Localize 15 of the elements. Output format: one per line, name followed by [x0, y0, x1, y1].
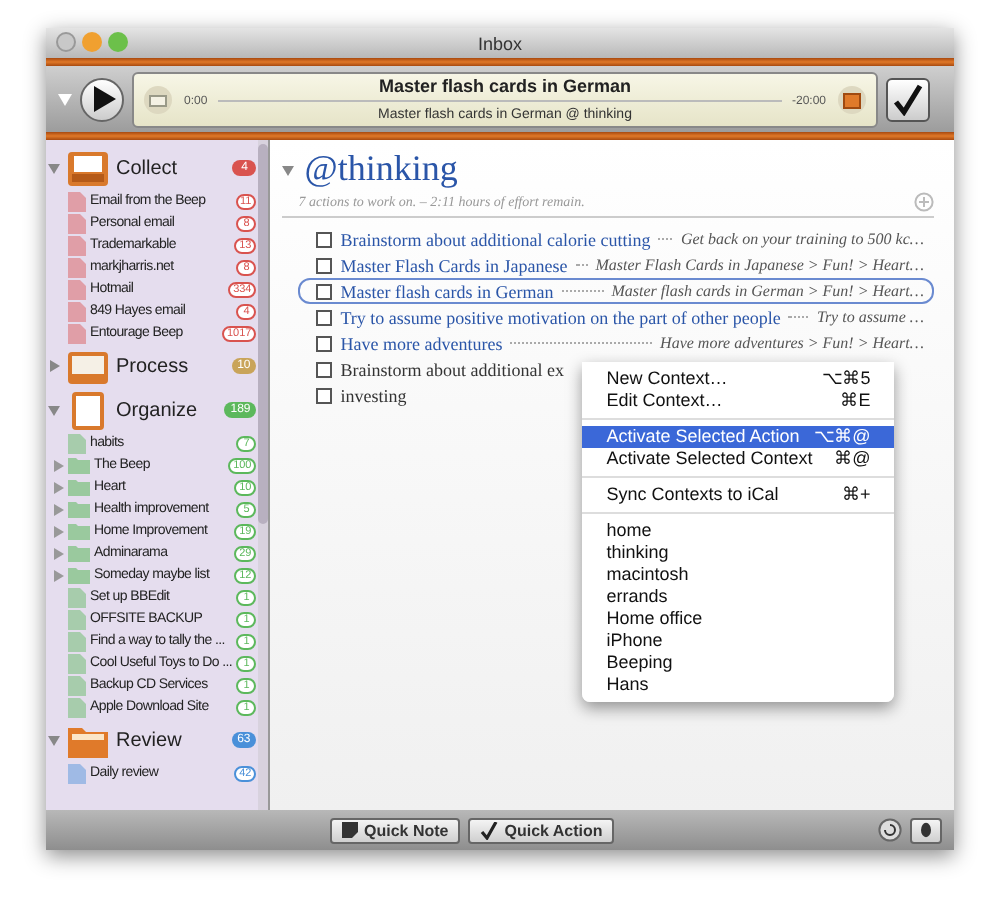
- action-title: Try to assume positive motivation on the part of other people: [340, 307, 781, 327]
- action-title: Brainstorm about additional ex: [340, 359, 564, 379]
- action-title: Brainstorm about additional calorie cutting: [340, 229, 651, 249]
- window-title: Inbox: [477, 33, 523, 53]
- action-path: Master Flash Cards in Japanese > Fun! > Heart…: [595, 256, 924, 274]
- action-path: Try to assume …: [816, 308, 924, 326]
- action-path: Master flash cards in German > Fun! > Heart…: [611, 282, 924, 300]
- action-title: investing: [340, 385, 407, 405]
- action-title: Master Flash Cards in Japanese: [340, 255, 568, 275]
- context-title: @thinking: [304, 148, 458, 190]
- action-title: Master flash cards in German: [340, 281, 554, 301]
- action-path: Have more adventures > Fun! > Heart…: [660, 334, 924, 352]
- action-path: Get back on your training to 500 kc…: [680, 230, 924, 248]
- player-title: Master flash cards in German: [378, 77, 632, 95]
- action-title: Have more adventures: [340, 333, 503, 353]
